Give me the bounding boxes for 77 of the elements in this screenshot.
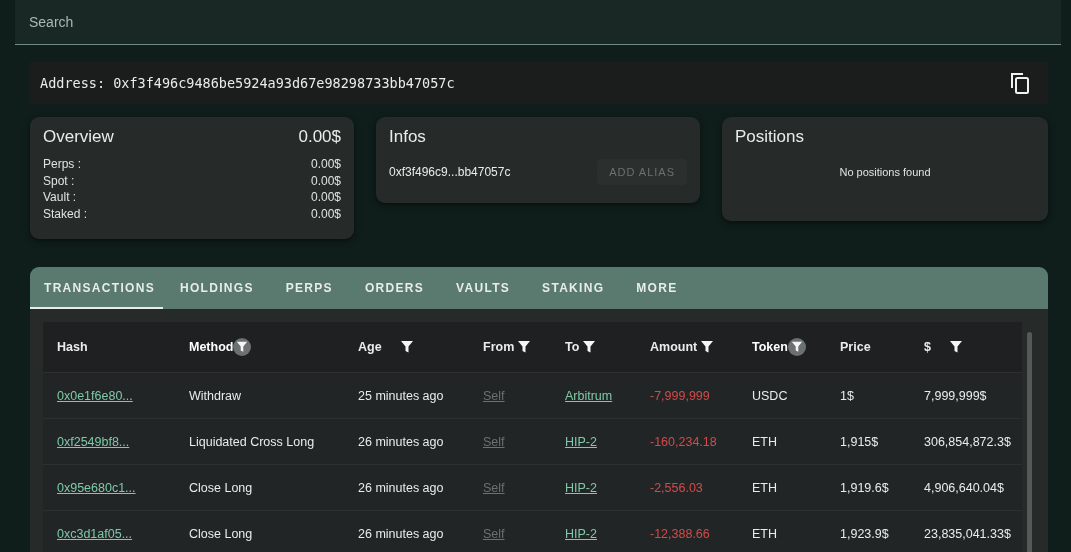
address-text: Address: 0xf3f496c9486be5924a93d67e98298733bb47057c bbox=[40, 75, 456, 91]
filter-icon[interactable] bbox=[399, 340, 414, 354]
column-header: Amount bbox=[650, 340, 698, 354]
balance-value: 0.00$ bbox=[310, 205, 341, 222]
table-cell: 1,923.9$ bbox=[840, 526, 889, 541]
to-link[interactable]: Arbitrum bbox=[565, 388, 613, 403]
table-cell: -160,234.18 bbox=[650, 434, 717, 449]
table-cell: -2,556.03 bbox=[650, 480, 703, 495]
short-address: 0xf3f496c9...bb47057c bbox=[389, 165, 511, 179]
from-link[interactable]: Self bbox=[483, 434, 505, 449]
table-cell: -12,388.66 bbox=[650, 526, 710, 541]
table-cell: 306,854,872.3$ bbox=[924, 434, 1011, 449]
tab[interactable]: HOLDINGS bbox=[165, 267, 269, 309]
column-header: Method bbox=[189, 340, 234, 354]
tab[interactable]: MORE bbox=[621, 267, 693, 309]
table-cell: ETH bbox=[752, 526, 777, 541]
tab[interactable]: STAKING bbox=[527, 267, 620, 309]
filter-icon[interactable] bbox=[787, 338, 806, 356]
balance-value: 0.00$ bbox=[310, 172, 341, 189]
column-header: To bbox=[565, 340, 580, 354]
hash-link[interactable]: 0x0e1f6e80... bbox=[57, 388, 133, 403]
card-title: Infos bbox=[389, 127, 427, 147]
from-link[interactable]: Self bbox=[483, 526, 505, 541]
column-header: Hash bbox=[57, 340, 88, 354]
table-cell: Liquidated Cross Long bbox=[189, 434, 315, 449]
balance-label: Perps : bbox=[43, 156, 81, 173]
column-header: $ bbox=[924, 340, 931, 354]
table-cell: -7,999,999 bbox=[650, 388, 710, 403]
column-header: Age bbox=[358, 340, 382, 354]
balance-label: Staked : bbox=[43, 205, 88, 222]
copy-icon[interactable] bbox=[1010, 72, 1030, 94]
filter-icon[interactable] bbox=[517, 340, 532, 354]
tab[interactable]: ORDERS bbox=[349, 267, 440, 309]
balance-label: Vault : bbox=[43, 189, 77, 206]
to-link[interactable]: HIP-2 bbox=[565, 480, 597, 495]
empty-message: No positions found bbox=[838, 166, 932, 178]
table-cell: 26 minutes ago bbox=[358, 526, 444, 541]
card-title: Overview bbox=[43, 127, 114, 147]
column-header: Token bbox=[752, 340, 788, 354]
filter-icon[interactable] bbox=[700, 340, 715, 354]
filter-icon[interactable] bbox=[582, 340, 597, 354]
scrollbar[interactable] bbox=[1027, 332, 1032, 552]
table-cell: 1,919.6$ bbox=[840, 480, 889, 495]
table-cell: Close Long bbox=[189, 526, 253, 541]
column-header: Price bbox=[840, 340, 871, 354]
table-cell: ETH bbox=[752, 434, 777, 449]
balance-label: Spot : bbox=[43, 172, 75, 189]
filter-icon[interactable] bbox=[233, 338, 252, 356]
table-cell: ETH bbox=[752, 480, 777, 495]
card-title: Positions bbox=[735, 127, 805, 147]
table-cell: USDC bbox=[752, 388, 788, 403]
table-cell: 1,915$ bbox=[840, 434, 879, 449]
table-cell: 26 minutes ago bbox=[358, 480, 444, 495]
from-link[interactable]: Self bbox=[483, 388, 505, 403]
table-cell: 4,906,640.04$ bbox=[924, 480, 1004, 495]
filter-icon[interactable] bbox=[948, 340, 963, 354]
column-header: From bbox=[483, 340, 515, 354]
hash-link[interactable]: 0xc3d1af05... bbox=[57, 526, 133, 541]
tab[interactable]: PERPS bbox=[270, 267, 348, 309]
table-cell: Withdraw bbox=[189, 388, 242, 403]
to-link[interactable]: HIP-2 bbox=[565, 526, 597, 541]
table-cell: 25 minutes ago bbox=[358, 388, 444, 403]
table-cell: Close Long bbox=[189, 480, 253, 495]
tab[interactable]: TRANSACTIONS bbox=[30, 267, 163, 309]
total-value: 0.00$ bbox=[298, 127, 341, 147]
hash-link[interactable]: 0xf2549bf8... bbox=[57, 434, 130, 449]
from-link[interactable]: Self bbox=[483, 480, 505, 495]
table-cell: 26 minutes ago bbox=[358, 434, 444, 449]
balance-value: 0.00$ bbox=[310, 189, 341, 206]
tab[interactable]: VAULTS bbox=[441, 267, 526, 309]
balance-value: 0.00$ bbox=[310, 156, 341, 173]
search-field[interactable]: Search bbox=[29, 14, 329, 30]
to-link[interactable]: HIP-2 bbox=[565, 434, 597, 449]
table-cell: 1$ bbox=[840, 388, 854, 403]
table-cell: 7,999,999$ bbox=[924, 388, 987, 403]
table-cell: 23,835,041.33$ bbox=[924, 526, 1011, 541]
hash-link[interactable]: 0x95e680c1... bbox=[57, 480, 136, 495]
